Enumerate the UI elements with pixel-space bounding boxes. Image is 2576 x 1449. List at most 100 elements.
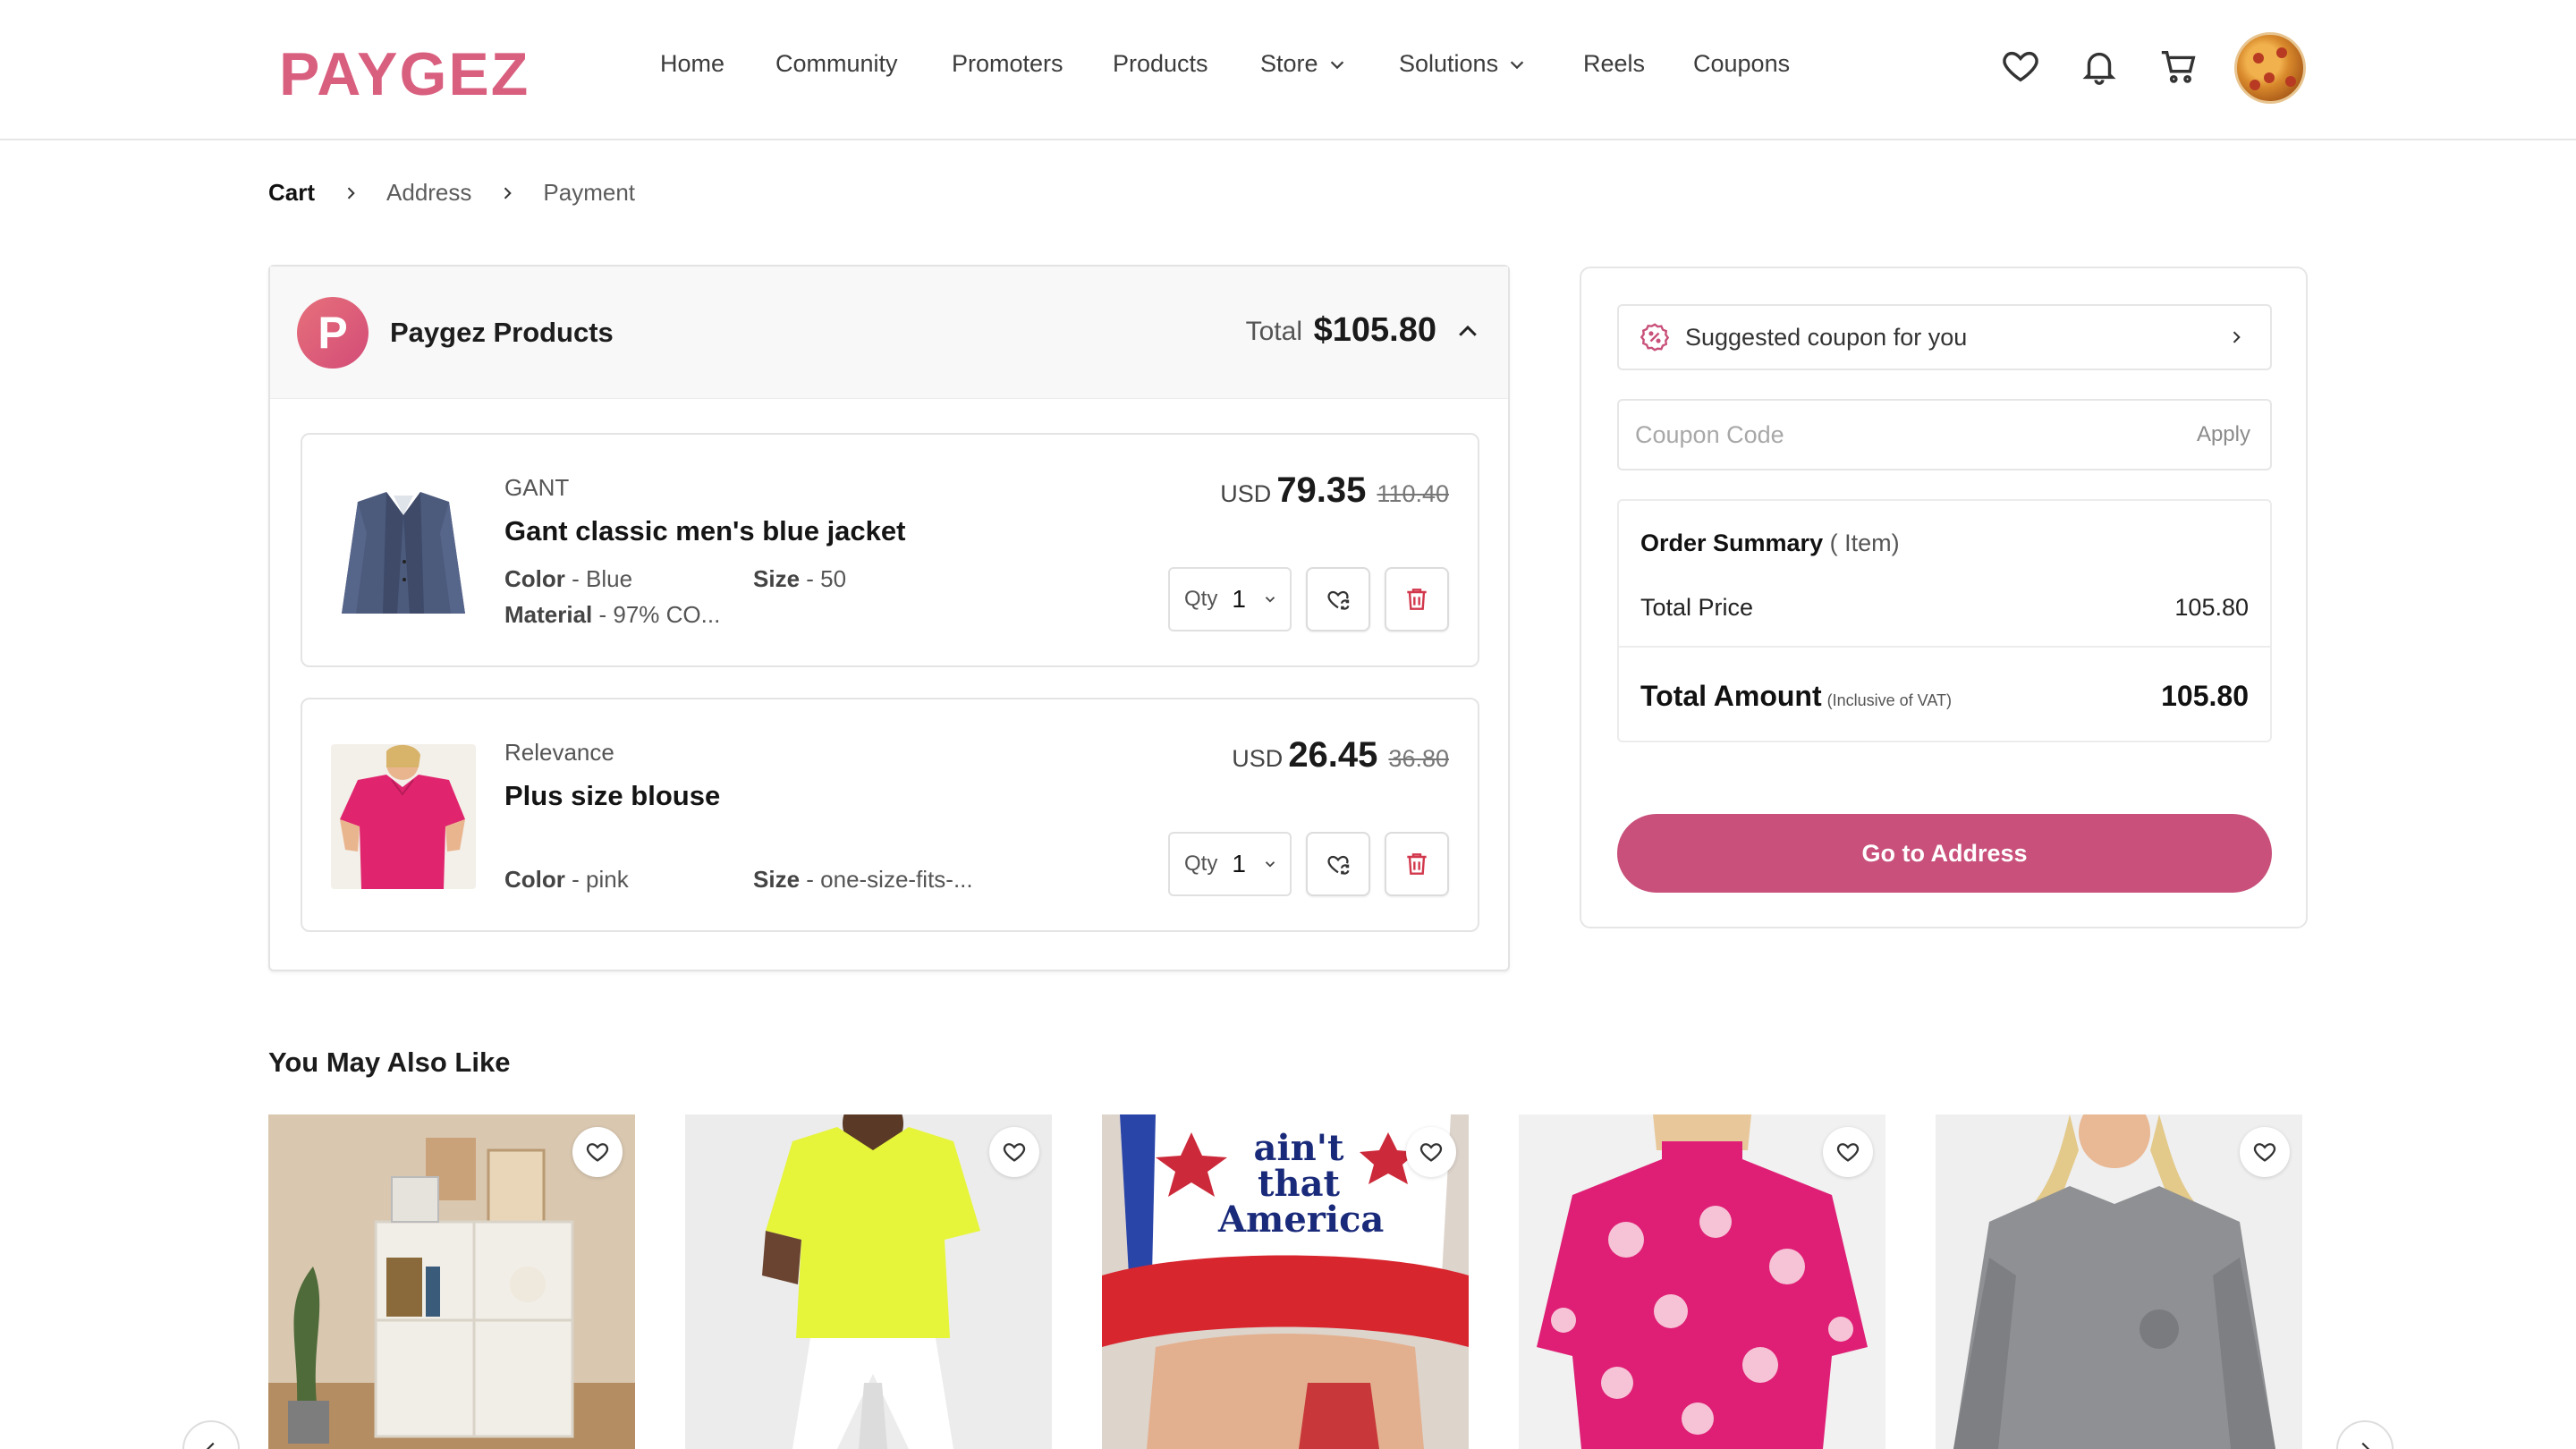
divider [1619, 646, 2270, 648]
product-name[interactable]: Gant classic men's blue jacket [504, 515, 905, 547]
add-to-wishlist-button[interactable] [2240, 1127, 2290, 1177]
nav-solutions[interactable]: Solutions [1399, 50, 1527, 78]
nav-reels[interactable]: Reels [1583, 50, 1645, 78]
avatar[interactable] [2234, 32, 2306, 104]
order-summary-card: Suggested coupon for you Apply Order Sum… [1580, 267, 2308, 928]
apply-coupon-button[interactable]: Apply [2197, 422, 2250, 447]
price-amount: 79.35 [1276, 470, 1367, 510]
carousel-prev-button[interactable] [182, 1420, 240, 1449]
price-original: 36.80 [1388, 745, 1449, 772]
quantity-select[interactable]: Qty 1 [1168, 567, 1292, 631]
cart-button[interactable] [2157, 45, 2200, 88]
chevron-right-icon [2233, 331, 2241, 343]
total-amount-text: Total Amount [1640, 680, 1822, 712]
heart-icon [1836, 1143, 1860, 1162]
suggested-coupon-row[interactable]: Suggested coupon for you [1617, 304, 2272, 370]
add-to-wishlist-button[interactable] [1406, 1127, 1456, 1177]
chevron-left-icon [206, 1442, 215, 1449]
cart-item: GANT Gant classic men's blue jacket Colo… [301, 433, 1479, 667]
add-to-wishlist-button[interactable] [989, 1127, 1039, 1177]
chevron-right-icon [342, 184, 360, 202]
chevron-down-icon [1330, 60, 1343, 69]
recommendations-title: You May Also Like [268, 1046, 511, 1078]
attr-value: - pink [572, 866, 629, 893]
total-price-label: Total Price [1640, 594, 1754, 621]
nav-promoters[interactable]: Promoters [952, 50, 1063, 78]
product-image-jacket[interactable] [331, 479, 476, 624]
nav-store[interactable]: Store [1260, 50, 1347, 78]
carousel-next-button[interactable] [2336, 1420, 2394, 1449]
qty-value: 1 [1232, 585, 1246, 613]
coupon-code-field: Apply [1617, 399, 2272, 470]
recommended-product-card[interactable] [1519, 1114, 1885, 1449]
total-price-value: 105.80 [2174, 594, 2249, 621]
delete-item-button[interactable] [1385, 832, 1449, 896]
qty-value: 1 [1232, 850, 1246, 877]
breadcrumb-cart[interactable]: Cart [268, 179, 315, 207]
product-name[interactable]: Plus size blouse [504, 780, 720, 812]
nav-home[interactable]: Home [660, 50, 724, 78]
wishlist-button[interactable] [1999, 45, 2042, 88]
store-logo: P [297, 297, 369, 369]
notifications-button[interactable] [2078, 45, 2121, 88]
cart-total-value: $105.80 [1313, 311, 1436, 349]
total-amount-value: 105.80 [2161, 680, 2249, 712]
heart-refresh-icon [1327, 590, 1350, 610]
chevron-up-icon[interactable] [1454, 318, 1481, 345]
add-to-wishlist-button[interactable] [572, 1127, 623, 1177]
chevron-down-icon [1265, 597, 1275, 603]
chevron-right-icon [2361, 1442, 2370, 1449]
qty-label: Qty [1184, 587, 1218, 611]
total-amount-row: Total Amount (Inclusive of VAT) 105.80 [1640, 680, 2249, 713]
cart-store-header[interactable]: P Paygez Products Total $105.80 [270, 267, 1508, 399]
product-brand: GANT [504, 474, 570, 501]
delete-item-button[interactable] [1385, 567, 1449, 631]
attr-key: Color [504, 565, 565, 592]
attr-value: - Blue [572, 565, 633, 592]
attr-value: - one-size-fits-... [806, 866, 973, 893]
nav-coupons[interactable]: Coupons [1693, 50, 1790, 78]
add-to-wishlist-button[interactable] [1823, 1127, 1873, 1177]
nav-products[interactable]: Products [1113, 50, 1208, 78]
save-for-later-button[interactable] [1306, 832, 1370, 896]
nav-community-label: Community [775, 50, 898, 77]
attr-value: - 97% CO... [598, 601, 721, 628]
heart-refresh-icon [1327, 855, 1350, 875]
trash-icon [1407, 589, 1427, 610]
cart-icon [2161, 50, 2196, 83]
quantity-select[interactable]: Qty 1 [1168, 832, 1292, 896]
attr-value: - 50 [806, 565, 847, 592]
nav-products-label: Products [1113, 50, 1208, 77]
attr-key: Size [753, 565, 801, 592]
go-to-address-button[interactable]: Go to Address [1617, 814, 2272, 893]
save-for-later-button[interactable] [1306, 567, 1370, 631]
order-summary-count: ( Item) [1829, 530, 1900, 556]
recommended-product-card[interactable]: ain't that America [1102, 1114, 1469, 1449]
coupon-code-input[interactable] [1619, 401, 2120, 469]
store-name: Paygez Products [390, 317, 614, 348]
attr-key: Color [504, 866, 565, 893]
discount-badge-icon [1640, 323, 1670, 352]
product-image-blouse[interactable] [331, 744, 476, 889]
cap-print-text: ain't that America [1218, 1127, 1385, 1241]
product-attr-color: Color - pink [504, 866, 629, 894]
order-summary-box: Order Summary ( Item) Total Price 105.80… [1617, 499, 2272, 742]
product-attr-size: Size - 50 [753, 565, 846, 593]
product-price: USD 79.35 110.40 [1220, 470, 1449, 511]
attr-key: Material [504, 601, 593, 628]
paygez-logo[interactable]: PAYGEZ [279, 39, 530, 109]
breadcrumb: Cart Address Payment [268, 179, 635, 207]
recommended-product-card[interactable] [268, 1114, 635, 1449]
nav-community[interactable]: Community [775, 50, 898, 78]
breadcrumb-payment[interactable]: Payment [543, 179, 635, 207]
order-summary-title: Order Summary ( Item) [1640, 530, 1900, 557]
recommended-product-card[interactable] [685, 1114, 1052, 1449]
price-currency: USD [1232, 745, 1284, 772]
breadcrumb-address[interactable]: Address [386, 179, 471, 207]
recommended-product-card[interactable] [1936, 1114, 2302, 1449]
trash-icon [1407, 853, 1427, 875]
product-brand: Relevance [504, 739, 614, 766]
heart-icon [1419, 1143, 1443, 1162]
nav-reels-label: Reels [1583, 50, 1646, 77]
price-original: 110.40 [1377, 480, 1449, 507]
